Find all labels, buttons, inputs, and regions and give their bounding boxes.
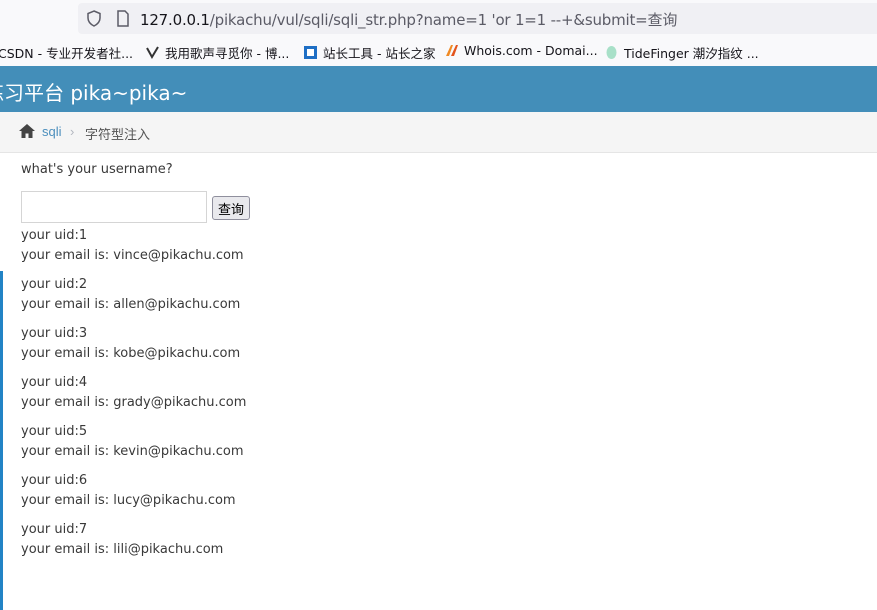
username-prompt: what's your username? xyxy=(21,162,173,177)
browser-toolbar: 127.0.0.1/pikachu/vul/sqli/sqli_str.php?… xyxy=(0,0,877,66)
app-header: 练习平台 pika~pika~ xyxy=(0,66,877,112)
bookmark-label: 站长工具 - 站长之家 xyxy=(323,46,436,61)
result-item: your uid:6 your email is: lucy@pikachu.c… xyxy=(21,471,236,511)
bookmark-chinaz[interactable]: 站长工具 - 站长之家 xyxy=(303,43,435,62)
bookmark-blog[interactable]: 我用歌声寻觅你 - 博... xyxy=(145,43,289,62)
tidefinger-icon xyxy=(606,46,617,59)
bookmark-label: 我用歌声寻觅你 - 博... xyxy=(165,46,290,61)
uid-text: your uid:1 xyxy=(21,228,88,243)
breadcrumb: sqli › 字符型注入 xyxy=(0,112,877,153)
result-item: your uid:5 your email is: kevin@pikachu.… xyxy=(21,422,244,462)
breadcrumb-current: 字符型注入 xyxy=(85,128,151,143)
uid-text: your uid:3 xyxy=(21,326,88,341)
result-item: your uid:4 your email is: grady@pikachu.… xyxy=(21,373,246,413)
email-text: your email is: lucy@pikachu.com xyxy=(21,493,236,508)
shield-icon[interactable] xyxy=(86,10,102,27)
bookmark-label: TideFinger 潮汐指纹 ... xyxy=(624,46,759,61)
email-text: your email is: grady@pikachu.com xyxy=(21,395,247,410)
bookmark-tidefinger[interactable]: TideFinger 潮汐指纹 ... xyxy=(604,43,759,62)
email-text: your email is: lili@pikachu.com xyxy=(21,542,224,557)
chinaz-icon xyxy=(304,46,317,59)
bookmarks-bar: CSDN - 专业开发者社... 我用歌声寻觅你 - 博... 站长工具 - 站… xyxy=(0,38,877,66)
result-item: your uid:3 your email is: kobe@pikachu.c… xyxy=(21,324,240,364)
home-icon xyxy=(19,124,35,138)
bookmark-whois[interactable]: Whois.com - Domai... xyxy=(444,43,598,58)
app-title: 练习平台 pika~pika~ xyxy=(0,81,188,105)
email-text: your email is: kobe@pikachu.com xyxy=(21,346,241,361)
username-input[interactable] xyxy=(21,191,207,223)
bookmark-csdn[interactable]: CSDN - 专业开发者社... xyxy=(0,43,133,62)
uid-text: your uid:2 xyxy=(21,277,88,292)
uid-text: your uid:5 xyxy=(21,424,88,439)
blog-icon xyxy=(146,46,159,59)
uid-text: your uid:6 xyxy=(21,473,88,488)
email-text: your email is: allen@pikachu.com xyxy=(21,297,241,312)
submit-button[interactable]: 查询 xyxy=(212,196,250,220)
uid-text: your uid:7 xyxy=(21,522,88,537)
sidebar-accent xyxy=(0,271,3,610)
breadcrumb-separator: › xyxy=(70,124,75,139)
email-text: your email is: vince@pikachu.com xyxy=(21,248,244,263)
email-text: your email is: kevin@pikachu.com xyxy=(21,444,244,459)
bookmark-label: CSDN - 专业开发者社... xyxy=(0,46,134,61)
address-bar[interactable]: 127.0.0.1/pikachu/vul/sqli/sqli_str.php?… xyxy=(78,3,877,34)
uid-text: your uid:4 xyxy=(21,375,88,390)
result-item: your uid:2 your email is: allen@pikachu.… xyxy=(21,275,240,315)
page-icon[interactable] xyxy=(116,10,130,27)
whois-icon xyxy=(446,45,458,56)
bookmark-label: Whois.com - Domai... xyxy=(464,43,598,58)
result-item: your uid:7 your email is: lili@pikachu.c… xyxy=(21,520,223,560)
url-text[interactable]: 127.0.0.1/pikachu/vul/sqli/sqli_str.php?… xyxy=(140,9,677,30)
result-item: your uid:1 your email is: vince@pikachu.… xyxy=(21,226,244,266)
breadcrumb-link-sqli[interactable]: sqli xyxy=(42,124,62,139)
